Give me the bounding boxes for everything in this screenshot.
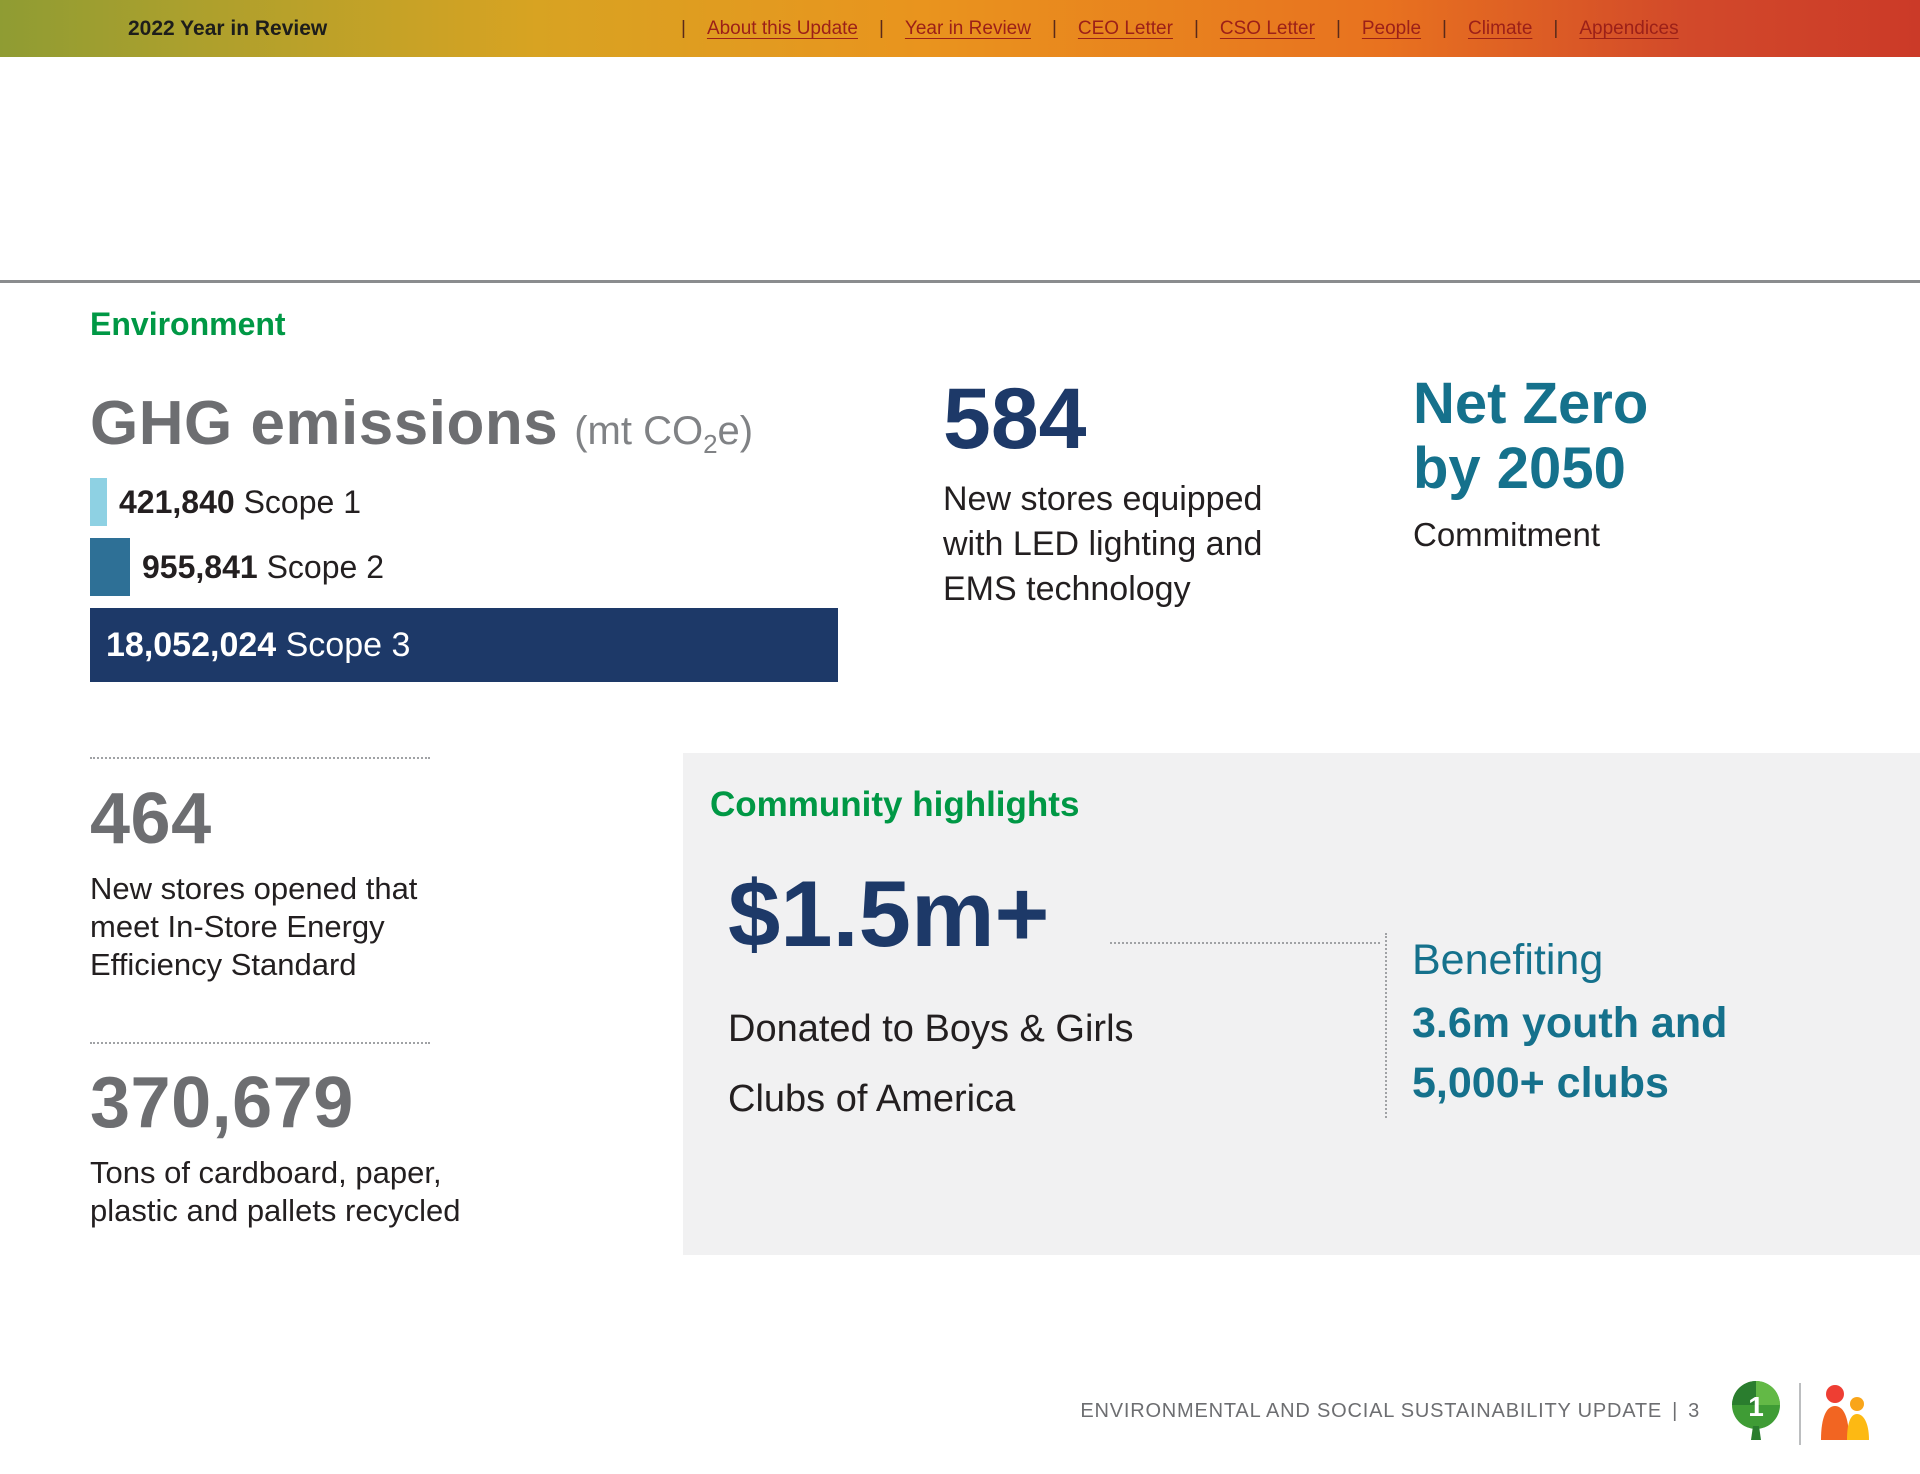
svg-text:1: 1 [1748, 1391, 1764, 1422]
nav-separator: | [1194, 18, 1199, 40]
stat-efficient-stores-description: New stores opened that meet In-Store Ene… [90, 870, 520, 983]
stat-recycled-description: Tons of cardboard, paper, plastic and pa… [90, 1154, 560, 1230]
family-dollar-logo-icon [1813, 1378, 1875, 1449]
nav-separator: | [1052, 18, 1057, 40]
section-label-environment: Environment [90, 306, 286, 343]
donation-value: $1.5m+ [728, 860, 1049, 968]
nav-link-cso-letter[interactable]: CSO Letter [1220, 18, 1315, 40]
stat-efficient-stores: 464 New stores opened that meet In-Store… [90, 778, 520, 983]
nav-separator: | [681, 18, 686, 40]
footer-separator: | [1672, 1400, 1678, 1422]
ghg-bar-scope3: 18,052,024 Scope 3 [90, 608, 838, 682]
benefit-detail: 3.6m youth and 5,000+ clubs [1412, 993, 1727, 1113]
dotted-separator [90, 1042, 430, 1044]
ghg-heading-text: GHG emissions [90, 388, 558, 459]
report-page: 2022 Year in Review | About this Update … [0, 0, 1920, 1474]
ghg-bar-row-scope3: 18,052,024 Scope 3 [90, 608, 850, 682]
ghg-bar-row-scope2: 955,841 Scope 2 [90, 538, 850, 596]
nav-separator: | [1553, 18, 1558, 40]
nav-link-appendices[interactable]: Appendices [1579, 18, 1678, 40]
ghg-bar-chart: 421,840 Scope 1 955,841 Scope 2 18,052,0… [90, 478, 850, 682]
stat-led-value: 584 [943, 370, 1343, 469]
stat-recycled-value: 370,679 [90, 1062, 560, 1144]
community-highlights-heading: Community highlights [710, 785, 1079, 825]
nav-link-year-in-review[interactable]: Year in Review [905, 18, 1031, 40]
ghg-bar-label-scope3: 18,052,024 Scope 3 [106, 626, 410, 665]
report-title: 2022 Year in Review [128, 0, 327, 57]
nav-link-ceo-letter[interactable]: CEO Letter [1078, 18, 1173, 40]
dotted-separator [90, 757, 430, 759]
ghg-bar-row-scope1: 421,840 Scope 1 [90, 478, 850, 526]
benefit-block: Benefiting 3.6m youth and 5,000+ clubs [1412, 936, 1727, 1113]
brand-logos: 1 [1725, 1378, 1875, 1449]
net-zero-commitment: Net Zero by 2050 Commitment [1413, 372, 1648, 554]
nav-link-people[interactable]: People [1362, 18, 1421, 40]
nav-separator: | [1442, 18, 1447, 40]
benefit-label: Benefiting [1412, 936, 1727, 985]
ghg-bar-scope1 [90, 478, 107, 526]
vertical-dotted-divider [1385, 933, 1387, 1118]
ghg-bar-scope2 [90, 538, 130, 596]
ghg-bar-label-scope2: 955,841 Scope 2 [142, 549, 384, 586]
stat-efficient-stores-value: 464 [90, 778, 520, 860]
top-nav-bar: 2022 Year in Review | About this Update … [0, 0, 1920, 57]
nav-separator: | [879, 18, 884, 40]
dotted-connector [1110, 942, 1380, 944]
net-zero-title: Net Zero by 2050 [1413, 372, 1648, 502]
dollar-tree-logo-icon: 1 [1725, 1378, 1787, 1449]
nav-separator: | [1336, 18, 1341, 40]
ghg-emissions-heading: GHG emissions (mt CO2e) [90, 388, 753, 460]
nav-link-about-this-update[interactable]: About this Update [707, 18, 858, 40]
page-number: 3 [1688, 1400, 1700, 1422]
ghg-unit-label: (mt CO2e) [574, 409, 753, 460]
logo-divider [1799, 1383, 1801, 1445]
horizontal-divider [0, 280, 1920, 283]
ghg-bar-label-scope1: 421,840 Scope 1 [119, 484, 361, 521]
stat-led-description: New stores equipped with LED lighting an… [943, 477, 1343, 612]
nav-links: | About this Update | Year in Review | C… [660, 0, 1679, 57]
net-zero-subtitle: Commitment [1413, 516, 1648, 554]
nav-link-climate[interactable]: Climate [1468, 18, 1532, 40]
stat-led-stores: 584 New stores equipped with LED lightin… [943, 370, 1343, 612]
stat-recycled: 370,679 Tons of cardboard, paper, plasti… [90, 1062, 560, 1230]
donation-description: Donated to Boys & Girls Clubs of America [728, 994, 1134, 1134]
footer-text: ENVIRONMENTAL AND SOCIAL SUSTAINABILITY … [0, 1400, 1700, 1423]
